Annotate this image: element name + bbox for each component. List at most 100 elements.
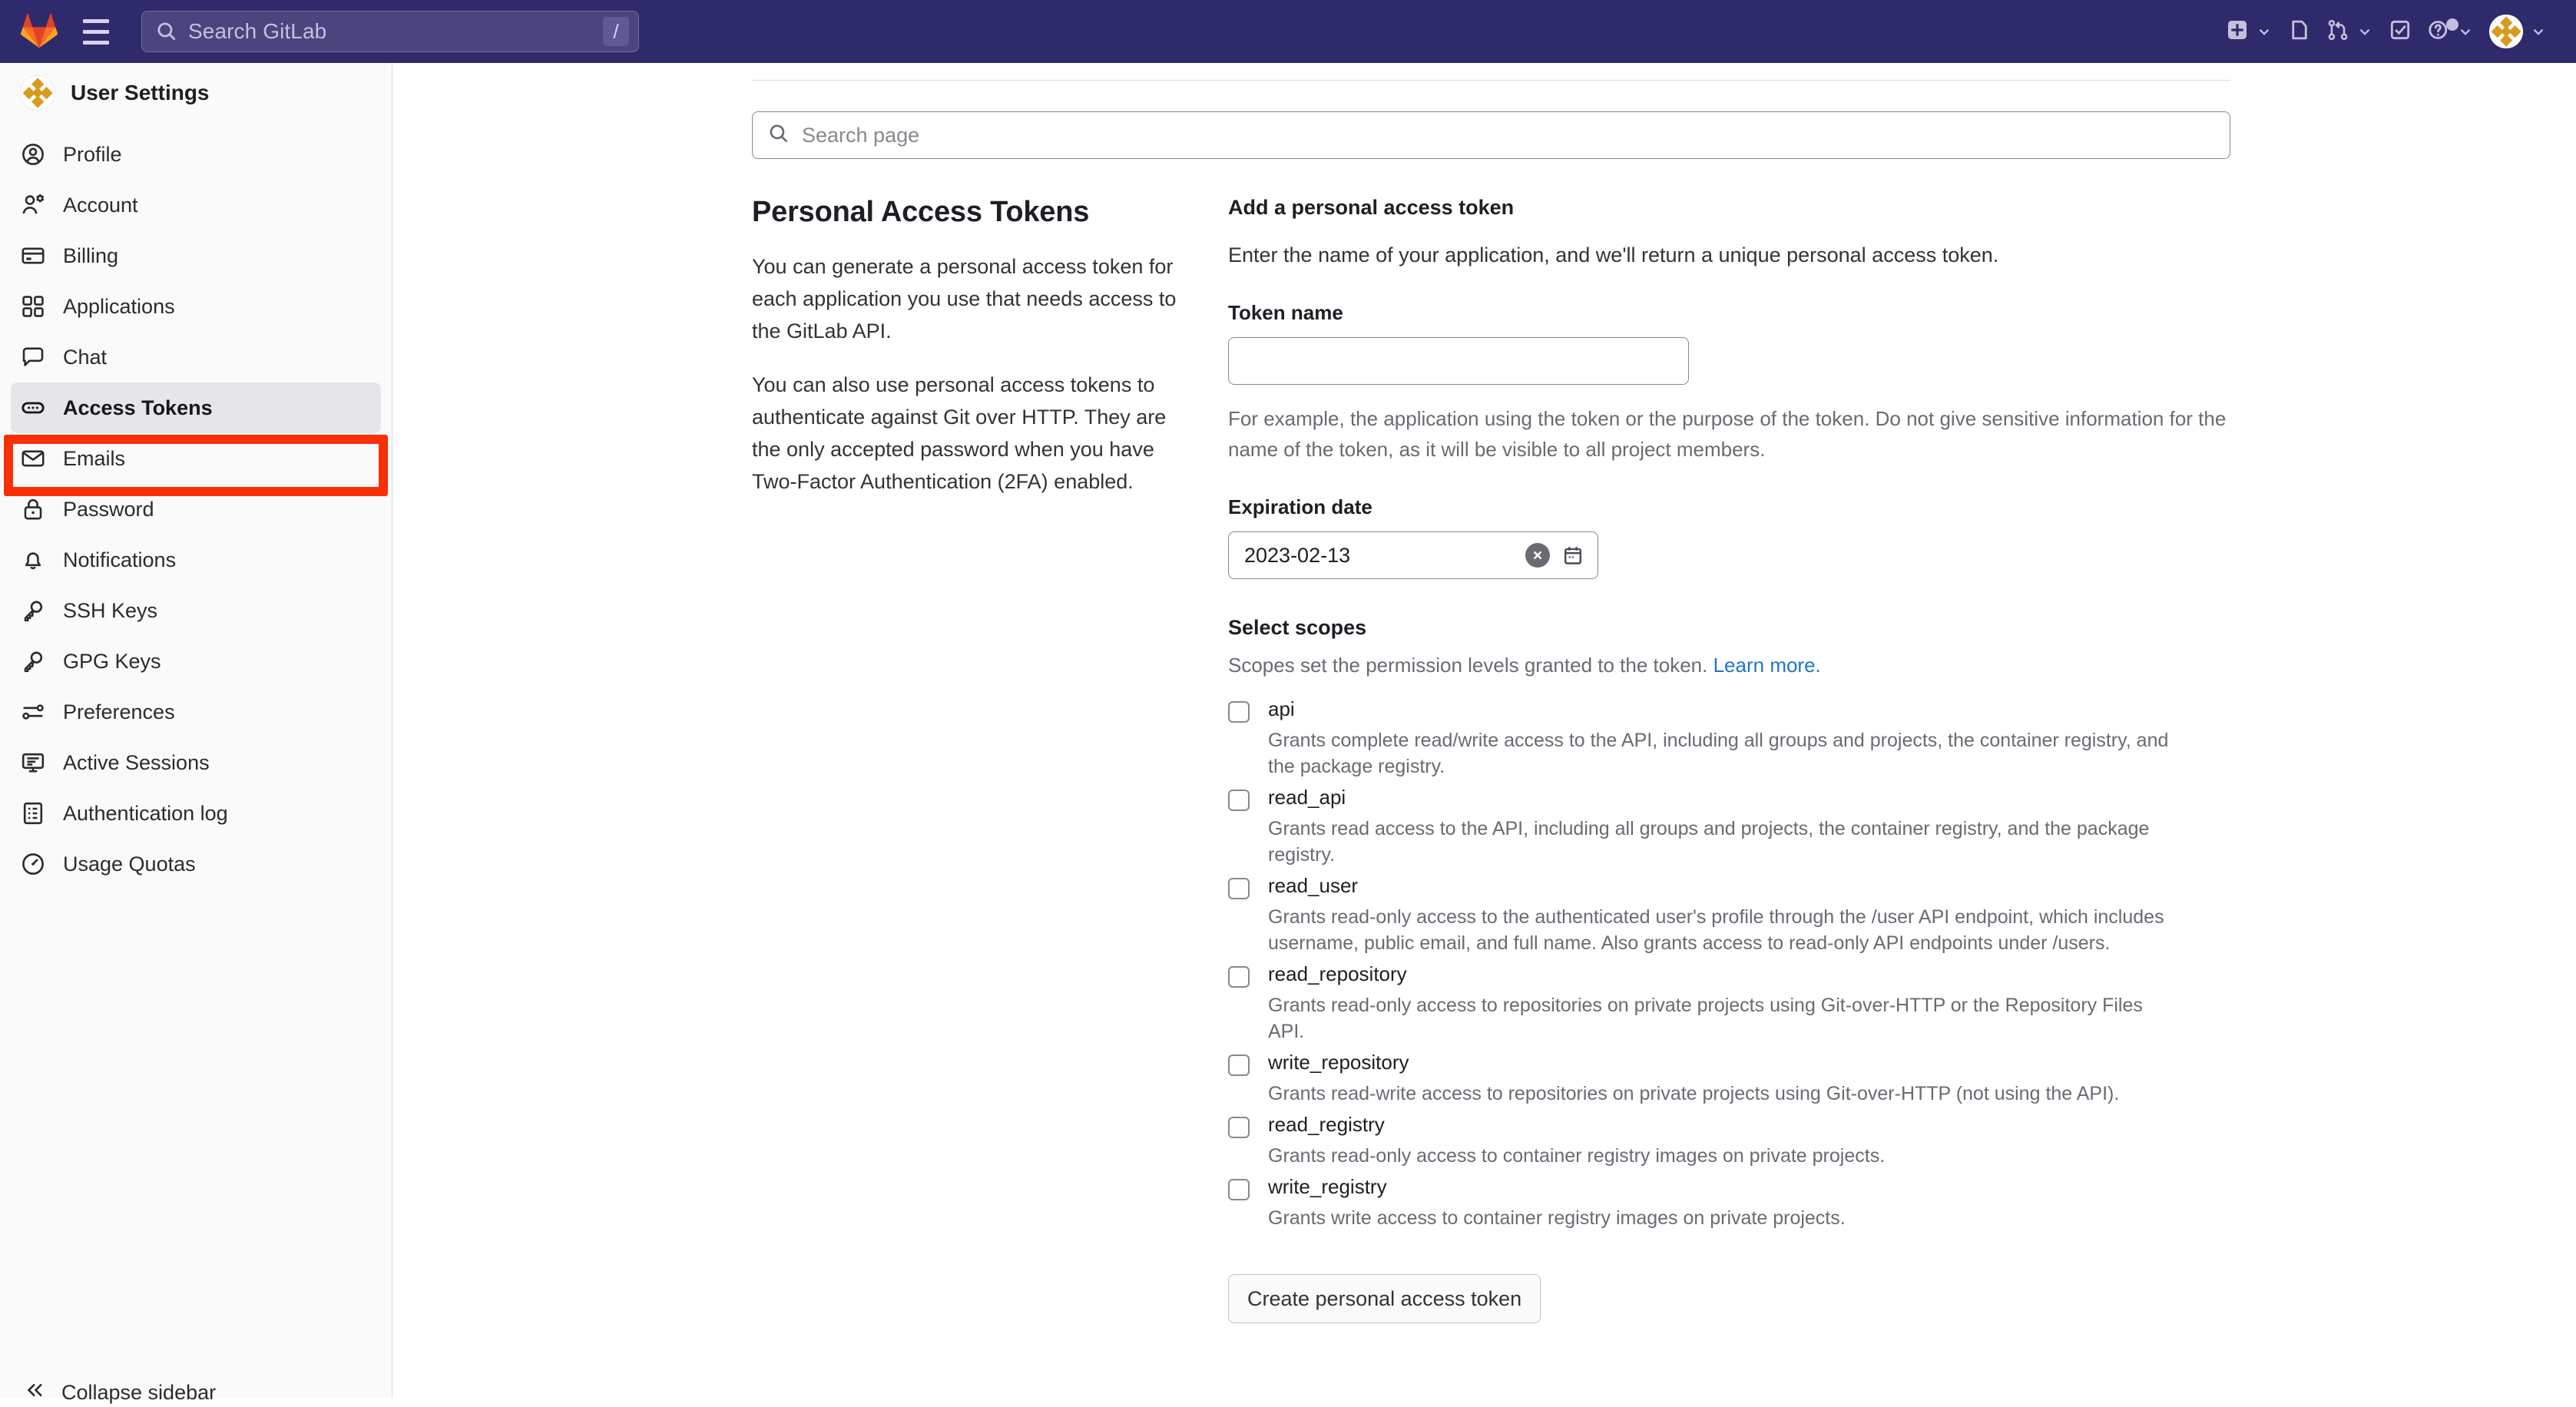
sidebar-item-notifications[interactable]: Notifications [11, 535, 381, 585]
expiration-date-value: 2023-02-13 [1244, 543, 1351, 567]
calendar-icon[interactable] [1562, 545, 1584, 566]
key-icon [20, 648, 46, 674]
sidebar-header[interactable]: User Settings [0, 63, 392, 123]
plus-square-icon [2226, 18, 2249, 45]
main-content: Search page Personal Access Tokens You c… [393, 63, 2576, 1398]
scope-description: Grants read access to the API, including… [1268, 818, 2150, 866]
add-token-form: Add a personal access token Enter the na… [1228, 196, 2230, 1323]
sidebar-item-label: Applications [63, 294, 175, 318]
scope-item-read-api: read_api Grants read access to the API, … [1228, 786, 2230, 868]
sidebar-item-label: Emails [63, 446, 126, 470]
scope-description: Grants read-write access to repositories… [1268, 1083, 2120, 1104]
global-search-input[interactable]: Search GitLab / [141, 11, 639, 52]
sidebar-item-chat[interactable]: Chat [11, 332, 381, 382]
sidebar-item-password[interactable]: Password [11, 484, 381, 535]
search-icon [156, 21, 177, 42]
scope-checkbox[interactable] [1228, 1179, 1250, 1200]
user-circle-icon [20, 141, 46, 167]
scope-description: Grants read-only access to the authentic… [1268, 906, 2164, 954]
account-gear-icon [20, 192, 46, 218]
form-subheading: Enter the name of your application, and … [1228, 243, 1999, 267]
search-shortcut-badge: / [603, 17, 629, 46]
scope-name: read_api [1268, 786, 1346, 809]
sidebar-item-label: SSH Keys [63, 598, 158, 622]
sidebar-item-label: Password [63, 497, 154, 521]
sidebar-title: User Settings [71, 81, 210, 104]
collapse-sidebar-button[interactable]: Collapse sidebar [0, 1379, 392, 1407]
sidebar-item-billing[interactable]: Billing [11, 230, 381, 281]
sidebar-item-label: Profile [63, 142, 122, 166]
top-navbar: Search GitLab / [0, 0, 2576, 63]
help-menu[interactable] [2419, 9, 2482, 54]
token-name-label: Token name [1228, 301, 1343, 324]
chat-bubble-icon [20, 344, 46, 370]
sidebar-item-authentication-log[interactable]: Authentication log [11, 788, 381, 839]
sidebar-item-profile[interactable]: Profile [11, 129, 381, 180]
scope-description: Grants complete read/write access to the… [1268, 730, 2169, 777]
description-column: Personal Access Tokens You can generate … [752, 196, 1228, 1323]
scope-description: Grants read-only access to container reg… [1268, 1145, 1886, 1167]
search-icon [768, 123, 790, 148]
user-avatar-icon [20, 75, 55, 111]
envelope-icon [20, 445, 46, 472]
page-title: Personal Access Tokens [752, 196, 1090, 228]
chevron-down-icon [2356, 23, 2373, 40]
sidebar-item-label: Usage Quotas [63, 852, 196, 876]
global-search-placeholder: Search GitLab [188, 19, 327, 43]
issues-icon [2288, 18, 2311, 45]
sidebar-item-active-sessions[interactable]: Active Sessions [11, 737, 381, 788]
help-notification-dot [2446, 18, 2458, 31]
create-new-menu[interactable] [2218, 9, 2280, 54]
form-heading: Add a personal access token [1228, 196, 1515, 219]
create-personal-access-token-button[interactable]: Create personal access token [1228, 1274, 1541, 1323]
scope-checkbox[interactable] [1228, 1117, 1250, 1138]
scope-checkbox[interactable] [1228, 1054, 1250, 1076]
chevron-down-icon [2530, 23, 2547, 40]
scopes-subtext: Scopes set the permission levels granted… [1228, 654, 1713, 677]
scope-checkbox[interactable] [1228, 966, 1250, 988]
sidebar-item-label: Chat [63, 345, 108, 369]
gitlab-logo-icon[interactable] [17, 9, 61, 54]
sidebar-item-usage-quotas[interactable]: Usage Quotas [11, 839, 381, 889]
settings-two-column-layout: Personal Access Tokens You can generate … [752, 196, 2230, 1323]
sidebar-item-emails[interactable]: Emails [11, 433, 381, 484]
scope-name: read_user [1268, 874, 1359, 897]
scope-checkbox[interactable] [1228, 790, 1250, 811]
scope-name: read_repository [1268, 962, 1407, 985]
user-menu[interactable] [2482, 9, 2554, 54]
scope-name: api [1268, 697, 1295, 720]
credit-card-icon [20, 243, 46, 269]
scope-item-write-registry: write_registry Grants write access to co… [1228, 1175, 2230, 1231]
token-name-helper-text: For example, the application using the t… [1228, 407, 2227, 461]
merge-request-icon [2326, 18, 2349, 45]
scope-checkbox[interactable] [1228, 701, 1250, 723]
expiration-date-field[interactable]: 2023-02-13 [1228, 531, 1598, 579]
user-settings-sidebar: User Settings Profile Account Billing Ap… [0, 63, 392, 1404]
learn-more-link[interactable]: Learn more. [1713, 654, 1821, 677]
sidebar-item-preferences[interactable]: Preferences [11, 687, 381, 737]
sidebar-item-label: Preferences [63, 700, 175, 723]
lock-icon [20, 496, 46, 522]
sidebar-item-applications[interactable]: Applications [11, 281, 381, 332]
sidebar-item-account[interactable]: Account [11, 180, 381, 230]
issues-link[interactable] [2280, 9, 2319, 54]
search-page-input[interactable]: Search page [752, 111, 2230, 159]
clear-x-circle-icon[interactable] [1525, 543, 1550, 568]
sidebar-item-gpg-keys[interactable]: GPG Keys [11, 636, 381, 687]
navbar-right-actions [2218, 9, 2554, 54]
hamburger-menu-icon[interactable] [72, 10, 120, 53]
sliders-icon [20, 699, 46, 725]
sidebar-item-ssh-keys[interactable]: SSH Keys [11, 585, 381, 636]
scopes-heading: Select scopes [1228, 616, 1367, 639]
token-pill-icon [20, 395, 46, 421]
expiration-date-label: Expiration date [1228, 495, 1372, 518]
scopes-subtext-wrapper: Scopes set the permission levels granted… [1228, 654, 2230, 677]
sidebar-item-access-tokens[interactable]: Access Tokens [11, 382, 381, 433]
merge-requests-menu[interactable] [2319, 9, 2381, 54]
scope-checkbox[interactable] [1228, 878, 1250, 899]
todos-link[interactable] [2381, 9, 2419, 54]
monitor-icon [20, 750, 46, 776]
sidebar-item-label: Active Sessions [63, 750, 210, 774]
token-name-input[interactable] [1228, 337, 1689, 385]
todo-checkbox-icon [2389, 18, 2412, 45]
